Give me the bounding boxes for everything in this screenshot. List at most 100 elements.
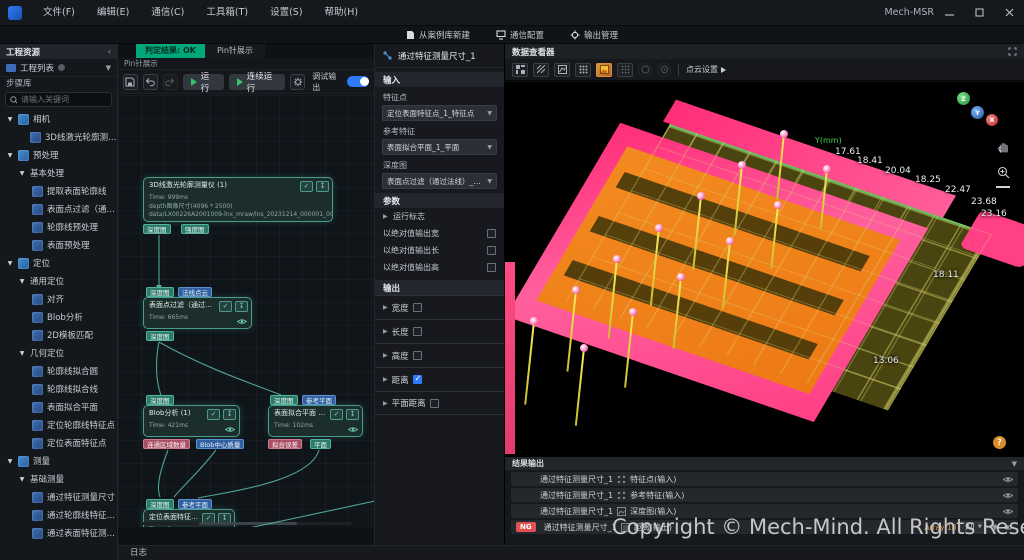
feature-point-select[interactable]: 定位表面特征点_1_特征点▼	[382, 105, 497, 121]
color-image-view-icon[interactable]	[596, 63, 612, 77]
menu-tools[interactable]: 工具箱(T)	[195, 0, 259, 26]
node-check-icon[interactable]: ✓	[207, 409, 220, 420]
axis-x-gizmo[interactable]: X	[986, 114, 998, 126]
menu-edit[interactable]: 编辑(E)	[86, 0, 140, 26]
axis-y-gizmo[interactable]: Y	[971, 106, 984, 119]
hatch-view-icon[interactable]	[533, 63, 549, 77]
result-row[interactable]: 通过特征测量尺寸_1 深度图(输入)	[511, 504, 1018, 518]
grid-view-icon[interactable]	[512, 63, 528, 77]
port-out[interactable]: 拟合误差	[268, 439, 302, 449]
horizontal-scrollbar[interactable]	[140, 522, 352, 525]
reference-feature-select[interactable]: 表面拟合平面_1_平面▼	[382, 139, 497, 155]
tree-group-preprocess[interactable]: ▼预处理	[0, 146, 117, 164]
port-out[interactable]: 深度图	[146, 331, 174, 341]
tree-group-locate[interactable]: ▼定位	[0, 254, 117, 272]
result-row[interactable]: 通过特征测量尺寸_1 参考特征(输入)	[511, 488, 1018, 502]
abs-width-checkbox[interactable]	[487, 229, 496, 238]
tree-item[interactable]: 通过轮廓线特征测...	[0, 506, 117, 524]
tree-item[interactable]: 轮廓线拟合线	[0, 380, 117, 398]
eye-icon[interactable]	[1003, 524, 1013, 531]
eye-icon[interactable]	[237, 318, 247, 325]
node-check-icon[interactable]: ✓	[300, 181, 313, 192]
node-camera[interactable]: 3D线激光轮廓测量仪 (1) ✓↧ Time: 999msdepth图像尺寸(4…	[143, 177, 333, 222]
menu-settings[interactable]: 设置(S)	[259, 0, 313, 26]
run-flag-row[interactable]: ▶运行标志	[375, 208, 504, 225]
new-from-library-button[interactable]: 从案例库新建	[406, 29, 470, 41]
tree-item[interactable]: 通过特征测量尺寸	[0, 488, 117, 506]
port-in[interactable]: 参考平面	[302, 395, 336, 405]
result-row-ng[interactable]: NG 通过特征测量尺寸_1 距离(输出) Array 18 All▼	[511, 520, 1018, 534]
port-out[interactable]: Blob中心质量	[196, 439, 244, 449]
tree-item[interactable]: 表面拟合平面	[0, 398, 117, 416]
axis-z-gizmo[interactable]: Z	[957, 92, 970, 105]
orbit-icon[interactable]	[638, 63, 652, 77]
port-in[interactable]: 法线点云	[178, 287, 212, 297]
zoom-in-icon[interactable]	[997, 166, 1010, 179]
tree-item[interactable]: 表面预处理	[0, 236, 117, 254]
menu-file[interactable]: 文件(F)	[32, 0, 86, 26]
tree-item[interactable]: 表面点过滤（通过...	[0, 200, 117, 218]
node-check-icon[interactable]: ✓	[330, 409, 343, 420]
run-button[interactable]: 运行	[183, 74, 224, 90]
node-param-icon[interactable]: ↧	[316, 181, 329, 192]
node-blob-analysis[interactable]: Blob分析 (1) ✓↧ Time: 421ms	[143, 405, 240, 437]
tree-item[interactable]: 2D模板匹配	[0, 326, 117, 344]
port-in[interactable]: 深度图	[270, 395, 298, 405]
length-checkbox[interactable]	[413, 327, 422, 336]
chevron-right-icon[interactable]: ▶	[383, 376, 388, 383]
tree-item[interactable]: 轮廓线拟合圆	[0, 362, 117, 380]
port-in[interactable]: 参考平面	[178, 499, 212, 509]
tree-item[interactable]: 通过表面特征测量...	[0, 524, 117, 542]
debug-output-toggle[interactable]	[347, 76, 369, 87]
dots2-view-icon[interactable]	[617, 63, 633, 77]
help-button[interactable]: ?	[993, 436, 1006, 449]
save-icon[interactable]	[123, 74, 138, 90]
menu-help[interactable]: 帮助(H)	[314, 0, 370, 26]
port-out[interactable]: 连通区域数量	[143, 439, 190, 449]
tree-group-camera[interactable]: ▼相机	[0, 110, 117, 128]
pan-hand-icon[interactable]	[997, 140, 1010, 153]
scrollbar-thumb[interactable]	[199, 522, 297, 525]
distance-checkbox[interactable]	[413, 375, 422, 384]
pointcloud-viewport[interactable]: Y(mm) 17.61 18.41 20.04 18.25 22.47 23.6…	[505, 82, 1024, 457]
port-in[interactable]: 深度图	[146, 287, 174, 297]
step-search[interactable]	[5, 92, 112, 107]
eye-icon[interactable]	[348, 426, 358, 433]
plane-distance-checkbox[interactable]	[430, 399, 439, 408]
tree-item[interactable]: 对齐	[0, 290, 117, 308]
tree-item[interactable]: Blob分析	[0, 308, 117, 326]
pointcloud-settings-button[interactable]: 点云设置	[686, 64, 726, 75]
node-param-icon[interactable]: ↧	[223, 409, 236, 420]
tree-item[interactable]: 3D线激光轮廓测量仪	[0, 128, 117, 146]
chevron-right-icon[interactable]: ▶	[383, 352, 388, 359]
redo-icon[interactable]	[163, 74, 178, 90]
menu-communication[interactable]: 通信(C)	[140, 0, 195, 26]
chevron-down-icon[interactable]: ▼	[106, 64, 111, 72]
expand-icon[interactable]	[1008, 47, 1017, 56]
node-param-icon[interactable]: ↧	[346, 409, 359, 420]
project-list-row[interactable]: 工程列表 ▼	[0, 59, 117, 77]
tab-pin-display[interactable]: Pin针展示	[205, 44, 265, 58]
abs-length-checkbox[interactable]	[487, 246, 496, 255]
run-continuous-button[interactable]: 连续运行	[229, 74, 286, 90]
depth-map-select[interactable]: 表面点过滤（通过法线）_1_深度图▼	[382, 173, 497, 189]
port-in[interactable]: 深度图	[146, 499, 174, 509]
node-graph-canvas[interactable]: 3D线激光轮廓测量仪 (1) ✓↧ Time: 999msdepth图像尺寸(4…	[118, 95, 374, 527]
tree-item[interactable]: 定位轮廓线特征点	[0, 416, 117, 434]
port-out[interactable]: 深度图	[143, 224, 171, 234]
node-check-icon[interactable]: ✓	[219, 301, 232, 312]
node-fit-plane[interactable]: 表面拟合平面 (1) ✓↧ Time: 102ms	[268, 405, 363, 437]
result-output-header[interactable]: 结果输出 ▼	[505, 457, 1024, 470]
output-management-button[interactable]: 输出管理	[570, 29, 618, 41]
tree-group-geometry-locate[interactable]: ▼几何定位	[0, 344, 117, 362]
eye-icon[interactable]	[1003, 476, 1013, 483]
port-out[interactable]: 强度图	[181, 224, 209, 234]
port-in[interactable]: 深度图	[146, 395, 174, 405]
node-param-icon[interactable]: ↧	[235, 301, 248, 312]
minimize-icon[interactable]	[934, 0, 964, 26]
tree-group-basic-measure[interactable]: ▼基础测量	[0, 470, 117, 488]
tree-item[interactable]: 轮廓线预处理	[0, 218, 117, 236]
chevron-right-icon[interactable]: ▶	[383, 328, 388, 335]
pin-icon[interactable]	[991, 523, 999, 532]
tree-group-general-locate[interactable]: ▼通用定位	[0, 272, 117, 290]
